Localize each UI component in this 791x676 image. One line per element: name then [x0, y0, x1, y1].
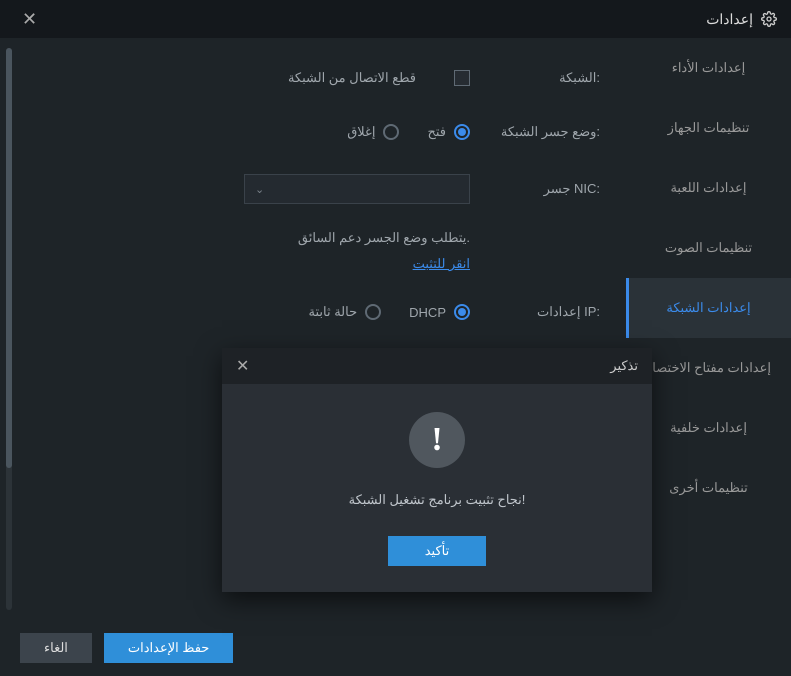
- radio-icon: [454, 304, 470, 320]
- bridge-info-text: .يتطلب وضع الجسر دعم السائق: [44, 230, 470, 246]
- sidebar-item-label: تنظيمات أخرى: [669, 480, 747, 496]
- bridge-mode-label: :وضع جسر الشبكة: [482, 124, 600, 140]
- radio-label: حالة ثابتة: [309, 304, 358, 320]
- dialog-titlebar: تذكير ✕: [222, 348, 652, 384]
- radio-label: فتح: [427, 124, 446, 140]
- nic-label: :NIC جسر: [482, 181, 600, 197]
- dialog-title: تذكير: [610, 358, 638, 374]
- footer: الغاء حفظ الإعدادات: [0, 620, 791, 676]
- sidebar-item-label: إعدادات الأداء: [672, 60, 746, 76]
- bridge-open-radio[interactable]: فتح: [427, 124, 470, 140]
- close-icon[interactable]: ✕: [236, 356, 249, 376]
- radio-label: DHCP: [409, 305, 446, 320]
- reminder-dialog: تذكير ✕ ! !نجاح تثبيت برنامج تشغيل الشبك…: [222, 348, 652, 592]
- radio-icon: [454, 124, 470, 140]
- sidebar-item-label: تنظيمات الجهاز: [668, 120, 750, 136]
- exclamation-icon: !: [409, 412, 465, 468]
- confirm-button[interactable]: تأكيد: [388, 536, 486, 566]
- ip-static-radio[interactable]: حالة ثابتة: [309, 304, 382, 320]
- sidebar-item-label: تنظيمات الصوت: [665, 240, 752, 256]
- sidebar-item-audio[interactable]: تنظيمات الصوت: [626, 218, 791, 278]
- save-button[interactable]: حفظ الإعدادات: [104, 633, 233, 663]
- cancel-button[interactable]: الغاء: [20, 633, 92, 663]
- titlebar: إعدادات ✕: [0, 0, 791, 38]
- bridge-info-block: .يتطلب وضع الجسر دعم السائق انقر للتثبت: [44, 230, 470, 272]
- disconnect-checkbox[interactable]: [454, 70, 470, 86]
- gear-icon: [761, 11, 777, 27]
- sidebar-item-label: إعدادات خلفية: [670, 420, 747, 436]
- sidebar-item-game[interactable]: إعدادات اللعبة: [626, 158, 791, 218]
- sidebar-item-device[interactable]: تنظيمات الجهاز: [626, 98, 791, 158]
- close-icon[interactable]: ✕: [14, 5, 45, 34]
- bridge-mode-row: :وضع جسر الشبكة فتح إغلاق: [44, 120, 600, 144]
- chevron-down-icon: ⌄: [255, 183, 264, 196]
- radio-icon: [365, 304, 381, 320]
- radio-label: إغلاق: [347, 124, 375, 140]
- radio-icon: [383, 124, 399, 140]
- window-title: إعدادات: [706, 11, 753, 28]
- network-label: :الشبكة: [482, 70, 600, 86]
- sidebar-item-label: إعدادات اللعبة: [670, 180, 746, 196]
- ip-row: :IP إعدادات DHCP حالة ثابتة: [44, 300, 600, 324]
- bridge-close-radio[interactable]: إغلاق: [347, 124, 399, 140]
- disconnect-label: قطع الاتصال من الشبكة: [288, 70, 416, 86]
- ip-dhcp-radio[interactable]: DHCP: [409, 304, 470, 320]
- dialog-message: !نجاح تثبيت برنامج تشغيل الشبكة: [349, 492, 526, 508]
- install-link[interactable]: انقر للتثبت: [413, 256, 470, 272]
- scrollbar[interactable]: [6, 48, 12, 610]
- nic-select[interactable]: ⌄: [244, 174, 470, 204]
- sidebar-item-performance[interactable]: إعدادات الأداء: [626, 38, 791, 98]
- sidebar-item-label: إعدادات مفتاح الاختصار: [646, 360, 771, 376]
- nic-row: :NIC جسر ⌄: [44, 174, 600, 204]
- sidebar-item-label: إعدادات الشبكة: [666, 300, 750, 316]
- scrollbar-thumb[interactable]: [6, 48, 12, 468]
- ip-label: :IP إعدادات: [482, 304, 600, 320]
- sidebar-item-network[interactable]: إعدادات الشبكة: [626, 278, 791, 338]
- network-row: :الشبكة قطع الاتصال من الشبكة: [44, 66, 600, 90]
